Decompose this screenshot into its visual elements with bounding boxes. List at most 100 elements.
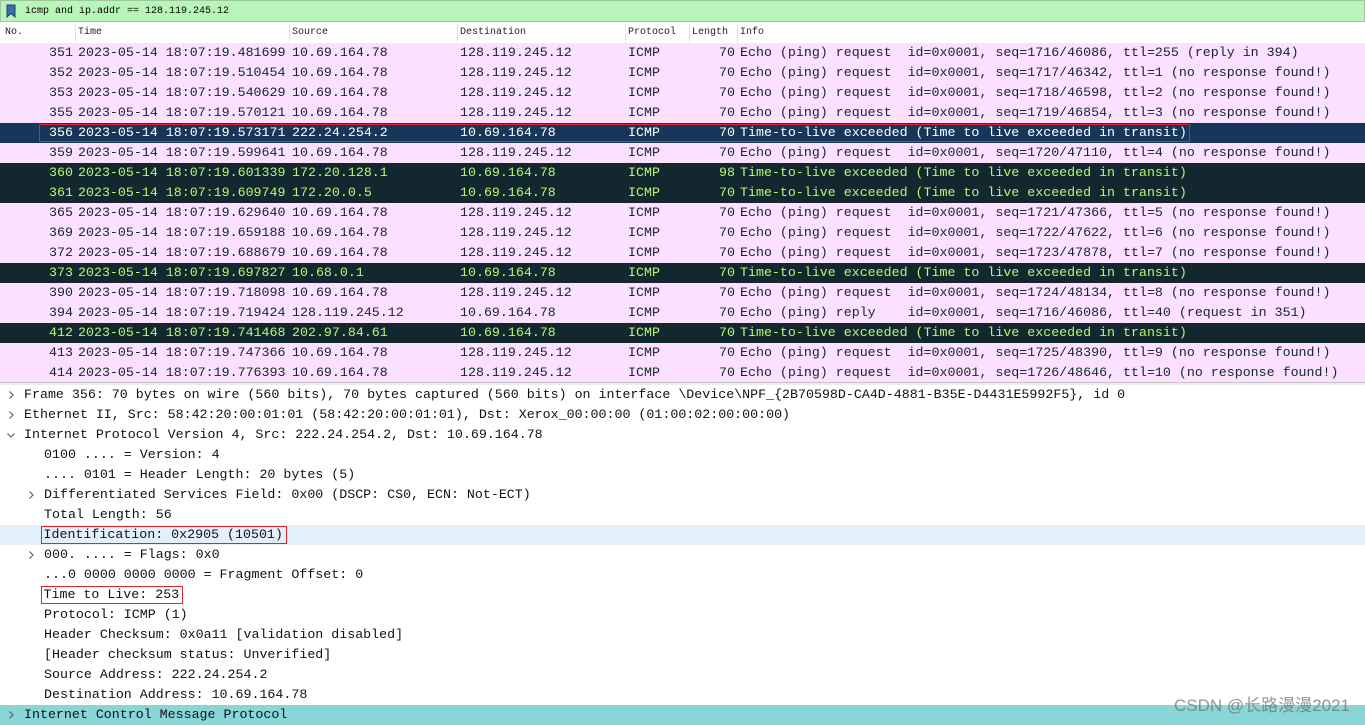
packet-row[interactable]: 365 2023-05-14 18:07:19.629640 10.69.164.7… — [0, 203, 1365, 223]
packet-info-cell: Time-to-live exceeded (Time to live exce… — [740, 265, 1187, 280]
packet-row[interactable]: 413 2023-05-14 18:07:19.747366 10.69.164.7… — [0, 343, 1365, 363]
detail-row[interactable]: Identification: 0x2905 (10501) — [0, 525, 1365, 545]
column-header-source[interactable]: Source — [292, 23, 328, 43]
packet-length-cell: 70 — [719, 185, 735, 200]
expand-chevron-icon[interactable] — [27, 491, 35, 499]
packet-row[interactable]: 351 2023-05-14 18:07:19.481699 10.69.164.7… — [0, 43, 1365, 63]
packet-length-cell: 70 — [719, 65, 735, 80]
packet-destination-cell: 10.69.164.78 — [460, 185, 556, 200]
packet-row[interactable]: 355 2023-05-14 18:07:19.570121 10.69.164.7… — [0, 103, 1365, 123]
packet-row[interactable]: 360 2023-05-14 18:07:19.601339 172.20.128.… — [0, 163, 1365, 183]
detail-row[interactable]: Ethernet II, Src: 58:42:20:00:01:01 (58:… — [0, 405, 1365, 425]
packet-no-cell: 352 — [49, 65, 73, 80]
packet-destination-cell: 128.119.245.12 — [460, 345, 572, 360]
detail-row[interactable]: Differentiated Services Field: 0x00 (DSC… — [0, 485, 1365, 505]
packet-row-selected[interactable]: 356 2023-05-14 18:07:19.573171 222.24.254.… — [0, 123, 1365, 143]
column-header-info[interactable]: Info — [740, 23, 764, 43]
packet-row[interactable]: 352 2023-05-14 18:07:19.510454 10.69.164.7… — [0, 63, 1365, 83]
packet-no-cell: 359 — [49, 145, 73, 160]
detail-label: Time to Live: 253 — [41, 586, 184, 604]
detail-label: .... 0101 = Header Length: 20 bytes (5) — [44, 467, 356, 482]
display-filter-input[interactable] — [23, 2, 1357, 20]
detail-row[interactable]: Destination Address: 10.69.164.78 — [0, 685, 1365, 705]
packet-protocol-cell: ICMP — [628, 105, 660, 120]
expand-chevron-icon[interactable] — [7, 711, 15, 719]
detail-row[interactable]: [Header checksum status: Unverified] — [0, 645, 1365, 665]
packet-protocol-cell: ICMP — [628, 165, 660, 180]
detail-row[interactable]: Source Address: 222.24.254.2 — [0, 665, 1365, 685]
detail-row[interactable]: Time to Live: 253 — [0, 585, 1365, 605]
expand-chevron-icon[interactable] — [7, 411, 15, 419]
packet-protocol-cell: ICMP — [628, 305, 660, 320]
column-header-no[interactable]: No. — [5, 23, 23, 43]
packet-protocol-cell: ICMP — [628, 345, 660, 360]
packet-row[interactable]: 390 2023-05-14 18:07:19.718098 10.69.164.7… — [0, 283, 1365, 303]
detail-label: Identification: 0x2905 (10501) — [41, 526, 287, 544]
packet-destination-cell: 10.69.164.78 — [460, 265, 556, 280]
detail-row[interactable]: .... 0101 = Header Length: 20 bytes (5) — [0, 465, 1365, 485]
packet-length-cell: 70 — [719, 45, 735, 60]
packet-no-cell: 394 — [49, 305, 73, 320]
packet-source-cell: 10.69.164.78 — [292, 65, 388, 80]
packet-destination-cell: 10.69.164.78 — [460, 305, 556, 320]
detail-label: 0100 .... = Version: 4 — [44, 447, 220, 462]
detail-label: Source Address: 222.24.254.2 — [44, 667, 268, 682]
packet-row[interactable]: 359 2023-05-14 18:07:19.599641 10.69.164.7… — [0, 143, 1365, 163]
packet-length-cell: 70 — [719, 105, 735, 120]
detail-row[interactable]: Frame 356: 70 bytes on wire (560 bits), … — [0, 385, 1365, 405]
bookmark-icon[interactable] — [6, 4, 16, 19]
packet-time-cell: 2023-05-14 18:07:19.601339 — [78, 165, 286, 180]
column-header-protocol[interactable]: Protocol — [628, 23, 676, 43]
packet-source-cell: 10.69.164.78 — [292, 285, 388, 300]
column-header-length[interactable]: Length — [692, 23, 728, 43]
packet-row[interactable]: 369 2023-05-14 18:07:19.659188 10.69.164.7… — [0, 223, 1365, 243]
packet-details-tree: Frame 356: 70 bytes on wire (560 bits), … — [0, 385, 1365, 725]
packet-destination-cell: 128.119.245.12 — [460, 285, 572, 300]
packet-row[interactable]: 373 2023-05-14 18:07:19.697827 10.68.0.1 10… — [0, 263, 1365, 283]
packet-time-cell: 2023-05-14 18:07:19.481699 — [78, 45, 286, 60]
expand-chevron-icon[interactable] — [27, 551, 35, 559]
column-divider[interactable] — [737, 24, 738, 42]
packet-info-cell: Echo (ping) request id=0x0001, seq=1717/… — [740, 65, 1331, 80]
packet-row[interactable]: 353 2023-05-14 18:07:19.540629 10.69.164.7… — [0, 83, 1365, 103]
column-header-destination[interactable]: Destination — [460, 23, 526, 43]
packet-protocol-cell: ICMP — [628, 225, 660, 240]
packet-row[interactable]: 412 2023-05-14 18:07:19.741468 202.97.84.6… — [0, 323, 1365, 343]
packet-row[interactable]: 361 2023-05-14 18:07:19.609749 172.20.0.5 1… — [0, 183, 1365, 203]
detail-row[interactable]: ...0 0000 0000 0000 = Fragment Offset: 0 — [0, 565, 1365, 585]
packet-row[interactable]: 372 2023-05-14 18:07:19.688679 10.69.164.7… — [0, 243, 1365, 263]
detail-row[interactable]: 000. .... = Flags: 0x0 — [0, 545, 1365, 565]
detail-row[interactable]: 0100 .... = Version: 4 — [0, 445, 1365, 465]
detail-row[interactable]: Internet Control Message Protocol — [0, 705, 1365, 725]
packet-length-cell: 70 — [719, 225, 735, 240]
packet-destination-cell: 128.119.245.12 — [460, 65, 572, 80]
detail-label: Ethernet II, Src: 58:42:20:00:01:01 (58:… — [24, 407, 791, 422]
packet-time-cell: 2023-05-14 18:07:19.688679 — [78, 245, 286, 260]
column-divider[interactable] — [457, 24, 458, 42]
packet-no-cell: 351 — [49, 45, 73, 60]
detail-row[interactable]: Header Checksum: 0x0a11 [validation disa… — [0, 625, 1365, 645]
packet-info-cell: Echo (ping) request id=0x0001, seq=1725/… — [740, 345, 1331, 360]
packet-length-cell: 70 — [719, 245, 735, 260]
packet-row[interactable]: 394 2023-05-14 18:07:19.719424 128.119.245… — [0, 303, 1365, 323]
packet-no-cell: 369 — [49, 225, 73, 240]
packet-length-cell: 70 — [719, 205, 735, 220]
detail-row[interactable]: Total Length: 56 — [0, 505, 1365, 525]
column-divider[interactable] — [75, 24, 76, 42]
detail-label: Internet Control Message Protocol — [24, 707, 288, 722]
column-divider[interactable] — [625, 24, 626, 42]
packet-time-cell: 2023-05-14 18:07:19.540629 — [78, 85, 286, 100]
packet-source-cell: 10.69.164.78 — [292, 365, 388, 380]
packet-time-cell: 2023-05-14 18:07:19.719424 — [78, 305, 286, 320]
packet-length-cell: 70 — [719, 365, 735, 380]
packet-protocol-cell: ICMP — [628, 285, 660, 300]
packet-row[interactable]: 414 2023-05-14 18:07:19.776393 10.69.164.7… — [0, 363, 1365, 382]
column-divider[interactable] — [689, 24, 690, 42]
packet-info-cell: Echo (ping) request id=0x0001, seq=1723/… — [740, 245, 1331, 260]
detail-row[interactable]: Protocol: ICMP (1) — [0, 605, 1365, 625]
detail-row[interactable]: Internet Protocol Version 4, Src: 222.24… — [0, 425, 1365, 445]
column-header-time[interactable]: Time — [78, 23, 102, 43]
expand-chevron-icon[interactable] — [7, 391, 15, 399]
collapse-chevron-icon[interactable] — [7, 431, 15, 439]
column-divider[interactable] — [289, 24, 290, 42]
